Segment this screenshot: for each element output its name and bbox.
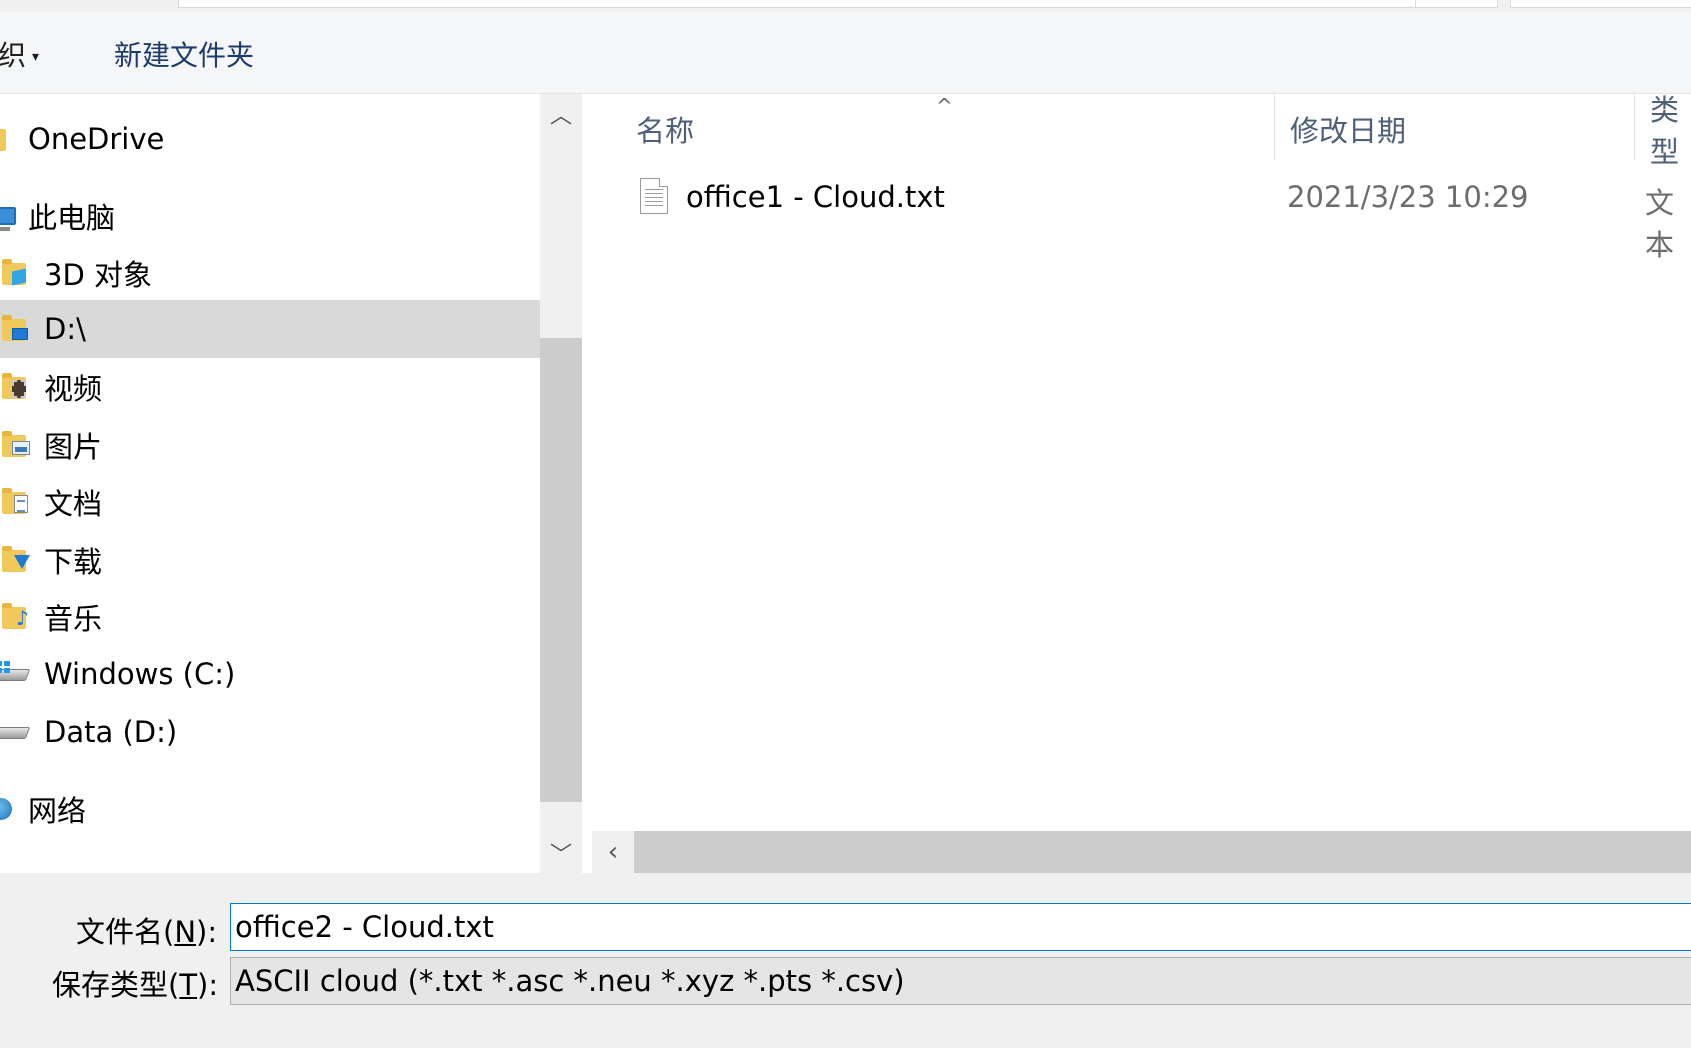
column-header-type[interactable]: 类型: [1650, 93, 1691, 169]
computer-icon: [0, 203, 24, 231]
videos-folder-icon: [0, 373, 40, 400]
nav-item-documents[interactable]: 文档: [0, 473, 540, 531]
nav-item-downloads[interactable]: 下载: [0, 531, 540, 589]
column-header-name[interactable]: 名称: [636, 94, 694, 164]
nav-item-label: Windows (C:): [44, 657, 236, 691]
nav-item-label: 3D 对象: [44, 258, 152, 292]
network-globe-icon: [0, 796, 24, 822]
command-toolbar: 织 ▾ 新建文件夹: [0, 12, 1691, 94]
nav-item-network[interactable]: 网络: [0, 780, 540, 838]
text-file-icon: [640, 178, 668, 214]
nav-item-this-pc[interactable]: 此电脑: [0, 187, 540, 245]
column-divider[interactable]: [1634, 94, 1635, 160]
scrollbar-thumb[interactable]: [540, 338, 582, 802]
windows-drive-icon: [0, 661, 40, 687]
nav-item-drive-c[interactable]: Windows (C:): [0, 645, 540, 703]
column-header-label: 类型: [1650, 93, 1680, 169]
nav-item-label: 下载: [44, 545, 103, 579]
new-folder-button[interactable]: 新建文件夹: [114, 34, 254, 74]
documents-folder-icon: [0, 488, 40, 515]
filetype-label: 保存类型(T):: [52, 962, 218, 1004]
filename-label: 文件名(N):: [76, 909, 217, 951]
nav-item-label: Data (D:): [44, 715, 178, 749]
file-modified: 2021/3/23 10:29: [1287, 180, 1529, 214]
address-bar[interactable]: [178, 0, 1416, 8]
address-bar-area: [0, 0, 1691, 12]
filename-input[interactable]: office2 - Cloud.txt: [230, 903, 1691, 951]
nav-item-d-root[interactable]: D:\: [0, 300, 540, 358]
access-key: T: [179, 968, 198, 1002]
chevron-down-icon[interactable]: ﹀: [540, 833, 582, 873]
horizontal-scrollbar[interactable]: ‹: [592, 831, 1691, 873]
pictures-folder-icon: [0, 431, 40, 458]
nav-item-label: 音乐: [44, 602, 103, 636]
nav-item-label: 此电脑: [28, 201, 116, 235]
column-header-label: 名称: [636, 114, 695, 148]
column-header-modified[interactable]: 修改日期: [1290, 94, 1406, 164]
column-header-label: 修改日期: [1290, 114, 1407, 148]
column-divider[interactable]: [1274, 94, 1275, 160]
label-text: 保存类型(: [52, 968, 180, 1002]
onedrive-folder-icon: [0, 126, 24, 152]
label-text: ):: [197, 968, 219, 1002]
desktop-folder-icon: [0, 315, 40, 342]
nav-item-label: 网络: [28, 794, 87, 828]
filetype-select[interactable]: ASCII cloud (*.txt *.asc *.neu *.xyz *.p…: [230, 957, 1691, 1005]
chevron-up-icon[interactable]: ︿: [540, 94, 582, 134]
file-list: 名称 ^ 修改日期 类型 office1 - Cloud.txt 2021/3/…: [582, 93, 1691, 873]
downloads-folder-icon: [0, 546, 40, 573]
file-type: 文本: [1645, 186, 1675, 262]
nav-item-label: D:\: [44, 312, 86, 346]
file-name: office1 - Cloud.txt: [686, 180, 945, 214]
address-history-dropdown[interactable]: [1416, 0, 1498, 8]
chevron-left-icon[interactable]: ‹: [592, 831, 634, 873]
nav-item-pictures[interactable]: 图片: [0, 416, 540, 474]
nav-item-label: OneDrive: [28, 122, 165, 156]
navigation-pane: OneDrive 此电脑 3D 对象 D:\ 视频 图片 文档 下载 ♪ 音乐 …: [0, 94, 540, 873]
nav-item-onedrive[interactable]: OneDrive: [0, 110, 540, 168]
label-text: 文件名(: [76, 915, 175, 949]
sort-ascending-icon: ^: [936, 94, 953, 118]
music-folder-icon: ♪: [0, 603, 40, 630]
drive-icon: [0, 719, 40, 745]
nav-item-videos[interactable]: 视频: [0, 358, 540, 416]
label-text: ):: [196, 915, 218, 949]
organize-button[interactable]: 织 ▾: [0, 34, 39, 74]
table-row[interactable]: office1 - Cloud.txt 2021/3/23 10:29 文本: [582, 170, 1691, 262]
3d-objects-folder-icon: [0, 259, 40, 286]
access-key: N: [174, 915, 197, 949]
organize-label: 织: [0, 39, 27, 72]
scrollbar-thumb[interactable]: [634, 831, 1691, 873]
search-input[interactable]: [1510, 0, 1691, 8]
nav-item-label: 视频: [44, 372, 103, 406]
nav-item-label: 文档: [44, 487, 103, 521]
save-form: 文件名(N): office2 - Cloud.txt 保存类型(T): ASC…: [0, 873, 1691, 1048]
nav-item-3d-objects[interactable]: 3D 对象: [0, 244, 540, 302]
chevron-down-icon: ▾: [32, 49, 40, 65]
nav-item-music[interactable]: ♪ 音乐: [0, 588, 540, 646]
nav-item-label: 图片: [44, 430, 103, 464]
nav-item-drive-d[interactable]: Data (D:): [0, 703, 540, 761]
navigation-scrollbar[interactable]: ︿ ﹀: [540, 94, 582, 873]
